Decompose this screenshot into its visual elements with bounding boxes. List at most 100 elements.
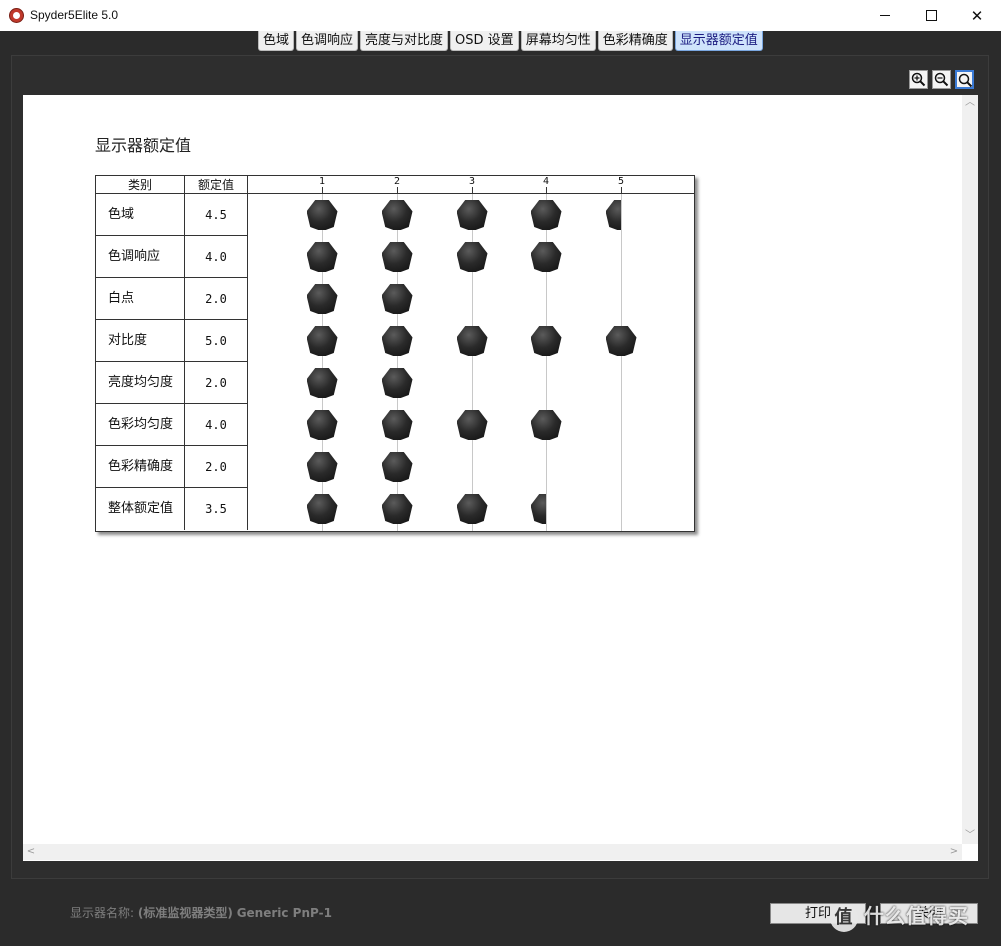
spyder-puck-icon	[456, 410, 488, 440]
zoom-fit-button[interactable]	[955, 70, 974, 89]
rating-puck	[381, 242, 413, 272]
rating-puck	[530, 494, 546, 524]
display-name-label: 显示器名称:	[70, 906, 135, 920]
row-category: 白点	[96, 278, 185, 320]
header-category: 类别	[96, 176, 185, 194]
spyder-puck-icon	[306, 368, 338, 398]
rating-puck	[456, 494, 488, 524]
zoom-in-icon	[911, 72, 926, 87]
tab-osd-settings[interactable]: OSD 设置	[450, 31, 519, 51]
minimize-icon	[880, 15, 890, 16]
rating-puck	[456, 200, 488, 230]
zoom-toolbar	[909, 70, 974, 89]
display-name-model: Generic PnP-1	[236, 906, 332, 920]
rating-puck	[530, 200, 562, 230]
rating-puck	[381, 200, 413, 230]
zoom-out-button[interactable]	[932, 70, 951, 89]
rating-table: 类别 额定值 1 2 3 4 5 色域 4.5 色调响应 4.0 白点 2.0 …	[95, 175, 695, 532]
close-window-button[interactable]: ✕	[954, 0, 1000, 31]
rating-puck	[306, 410, 338, 440]
row-value: 4.5	[185, 194, 248, 236]
watermark: 值什么值得买	[830, 900, 969, 932]
rating-puck	[306, 200, 338, 230]
window-title: Spyder5Elite 5.0	[30, 8, 119, 22]
row-category: 整体额定值	[96, 488, 185, 530]
spyder-puck-icon	[456, 242, 488, 272]
spyder-puck-icon	[306, 494, 338, 524]
rating-puck	[306, 494, 338, 524]
close-icon: ✕	[970, 6, 984, 25]
row-value: 3.5	[185, 488, 248, 530]
rating-puck	[381, 284, 413, 314]
spyder-puck-icon	[306, 284, 338, 314]
spyder-puck-icon	[381, 410, 413, 440]
rating-puck	[530, 410, 562, 440]
row-value: 4.0	[185, 404, 248, 446]
spyder-puck-icon	[306, 452, 338, 482]
spyder-puck-icon	[306, 410, 338, 440]
scroll-right-icon[interactable]: >	[946, 844, 962, 860]
row-value: 4.0	[185, 236, 248, 278]
scale-tick-2: 2	[393, 176, 401, 193]
table-row: 白点 2.0	[96, 278, 694, 320]
scale-tick-3: 3	[468, 176, 476, 193]
row-value: 2.0	[185, 278, 248, 320]
scroll-down-icon[interactable]: ﹀	[962, 828, 978, 844]
table-row: 亮度均匀度 2.0	[96, 362, 694, 404]
display-name-type: (标准监视器类型)	[137, 906, 233, 920]
maximize-button[interactable]	[908, 0, 954, 31]
tab-list: 色域 色调响应 亮度与对比度 OSD 设置 屏幕均匀性 色彩精确度 显示器额定值	[258, 31, 765, 51]
rating-puck	[605, 200, 621, 230]
spyder-puck-icon	[605, 326, 637, 356]
horizontal-scrollbar[interactable]: < >	[23, 844, 962, 860]
rating-puck	[306, 452, 338, 482]
spyder-puck-icon	[456, 494, 488, 524]
zoom-fit-icon	[958, 73, 973, 88]
scroll-left-icon[interactable]: <	[23, 844, 39, 860]
tab-screen-uniformity[interactable]: 屏幕均匀性	[520, 31, 596, 51]
row-category: 色域	[96, 194, 185, 236]
tab-tone-response[interactable]: 色调响应	[296, 31, 359, 51]
spyder-puck-icon	[381, 326, 413, 356]
spyder-puck-icon	[381, 284, 413, 314]
watermark-text: 什么值得买	[864, 904, 969, 928]
row-category: 色彩均匀度	[96, 404, 185, 446]
rating-puck	[530, 242, 562, 272]
table-row: 色彩均匀度 4.0	[96, 404, 694, 446]
tab-strip: 色域 色调响应 亮度与对比度 OSD 设置 屏幕均匀性 色彩精确度 显示器额定值	[0, 31, 1001, 51]
minimize-button[interactable]	[862, 0, 908, 31]
table-row: 色域 4.5	[96, 194, 694, 236]
spyder-puck-icon	[381, 368, 413, 398]
spyder-puck-icon	[381, 242, 413, 272]
title-bar: Spyder5Elite 5.0 ✕	[0, 0, 1001, 32]
spyder-puck-icon	[381, 494, 413, 524]
table-row: 色调响应 4.0	[96, 236, 694, 278]
display-name-info: 显示器名称: (标准监视器类型) Generic PnP-1	[70, 904, 332, 921]
spyder-puck-icon	[456, 200, 488, 230]
scale-tick-5: 5	[617, 176, 625, 193]
scale-tick-1: 1	[318, 176, 326, 193]
scroll-up-icon[interactable]: ︿	[962, 95, 978, 111]
tab-display-rating[interactable]: 显示器额定值	[674, 31, 763, 51]
spyder-puck-icon	[605, 200, 621, 230]
rating-puck	[306, 368, 338, 398]
vertical-scrollbar[interactable]: ︿ ﹀	[962, 95, 978, 844]
spyder-puck-icon	[306, 242, 338, 272]
tab-brightness-contrast[interactable]: 亮度与对比度	[360, 31, 449, 51]
spyder-puck-icon	[456, 326, 488, 356]
tab-color-gamut[interactable]: 色域	[258, 31, 295, 51]
table-row: 对比度 5.0	[96, 320, 694, 362]
spyder-app-icon	[9, 8, 24, 23]
row-category: 色调响应	[96, 236, 185, 278]
rating-puck	[530, 326, 562, 356]
rating-puck	[456, 326, 488, 356]
spyder-puck-icon	[381, 200, 413, 230]
watermark-logo-icon: 值	[830, 903, 858, 932]
rating-puck	[381, 494, 413, 524]
row-value: 2.0	[185, 362, 248, 404]
tab-color-accuracy[interactable]: 色彩精确度	[597, 31, 673, 51]
zoom-in-button[interactable]	[909, 70, 928, 89]
rating-puck	[381, 368, 413, 398]
zoom-out-icon	[934, 72, 949, 87]
header-scale: 1 2 3 4 5	[248, 176, 694, 194]
